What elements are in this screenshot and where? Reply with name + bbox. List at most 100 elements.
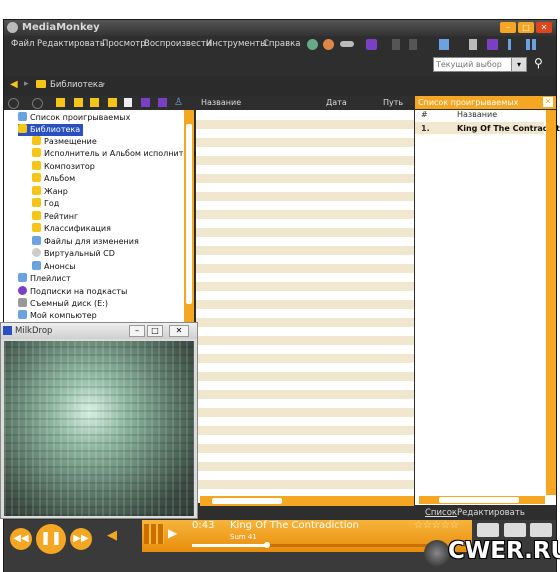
column-title[interactable]: Название	[201, 98, 241, 107]
tree-item-artist-album[interactable]: Исполнитель и Альбом исполнителя	[32, 148, 198, 160]
tree-item-composer[interactable]: Композитор	[32, 161, 95, 173]
tree-item-playlists[interactable]: Плейлист	[18, 273, 71, 285]
menu-edit[interactable]: Редактировать	[37, 39, 105, 49]
playlist-toggle-icon[interactable]	[144, 524, 164, 544]
progress-track[interactable]	[192, 542, 442, 548]
close-panel-icon[interactable]: ✕	[543, 97, 553, 107]
search-input[interactable]	[433, 57, 513, 72]
tree-item-virtual-cd[interactable]: Виртуальный CD	[32, 248, 115, 260]
column-path[interactable]: Путь	[383, 98, 403, 107]
milkdrop-maximize-button[interactable]: □	[147, 325, 163, 337]
milkdrop-close-button[interactable]: ✕	[169, 325, 189, 337]
next-button[interactable]: ▶▶	[70, 528, 92, 550]
properties-icon[interactable]	[469, 39, 477, 50]
now-playing-scrollbar[interactable]	[546, 110, 556, 495]
title-bar[interactable]: MediaMonkey – □ ✕	[4, 20, 556, 36]
tree-item-files-to-edit[interactable]: Файлы для изменения	[32, 236, 139, 248]
maximize-button[interactable]: □	[518, 22, 534, 33]
announce-icon	[32, 261, 41, 270]
filter-icon[interactable]	[158, 98, 167, 107]
tree-item-genre[interactable]: Жанр	[32, 186, 68, 198]
app-logo-icon	[7, 22, 18, 33]
rating-stars[interactable]: ☆☆☆☆☆	[414, 520, 459, 531]
rip-icon[interactable]	[392, 39, 400, 50]
progress-knob[interactable]	[264, 542, 270, 548]
search-scope-dropdown[interactable]: ▾	[511, 57, 527, 72]
tree-item-rating[interactable]: Рейтинг	[32, 211, 78, 223]
column-icon[interactable]	[508, 39, 511, 50]
menu-view[interactable]: Просмотр	[102, 39, 146, 49]
tab-list[interactable]: Список	[425, 508, 457, 518]
equalizer-icon[interactable]	[409, 39, 417, 50]
previous-button[interactable]: ◀◀	[10, 528, 32, 550]
genre-icon	[32, 186, 41, 195]
now-playing-list[interactable]: # Название 1. King Of The Contradicti...	[415, 110, 560, 505]
list-row	[196, 372, 414, 381]
copy-icon[interactable]	[90, 98, 99, 107]
tree-item-my-computer[interactable]: Мой компьютер	[18, 310, 97, 322]
tree-item-removable-drive[interactable]: Съемный диск (E:)	[18, 298, 108, 310]
now-playing-hscrollbar[interactable]	[419, 496, 545, 504]
tree-item-podcasts[interactable]: Подписки на подкасты	[18, 286, 127, 298]
milkdrop-minimize-button[interactable]: –	[129, 325, 145, 337]
breadcrumb[interactable]: Библиотека	[50, 80, 103, 90]
watermark-logo-icon	[424, 540, 450, 566]
doc-icon[interactable]	[124, 98, 132, 107]
podcast-icon	[18, 286, 27, 295]
menu-help[interactable]: Справка	[263, 39, 300, 49]
tracklist-hscroll-thumb[interactable]	[212, 498, 282, 504]
rating-icon	[32, 211, 41, 220]
close-button[interactable]: ✕	[536, 22, 552, 33]
list-row	[196, 426, 414, 435]
volume-icon[interactable]: ◀	[107, 528, 117, 543]
list-row	[196, 282, 414, 291]
tree-item-year[interactable]: Год	[32, 198, 59, 210]
back-button[interactable]	[8, 98, 19, 109]
person-icon[interactable]: ♙	[174, 97, 183, 108]
new-folder-icon[interactable]	[74, 98, 83, 107]
pause-button[interactable]: ❚❚	[36, 524, 66, 554]
column-name[interactable]: Название	[457, 110, 497, 119]
milkdrop-titlebar[interactable]: MilkDrop – □ ✕	[1, 323, 197, 339]
tree-item-announcements[interactable]: Анонсы	[32, 261, 76, 273]
menu-play[interactable]: Воспроизвести	[144, 39, 211, 49]
milkdrop-title: MilkDrop	[15, 326, 53, 336]
tracklist-header: Название Дата Путь	[196, 96, 414, 110]
list-item[interactable]: 1. King Of The Contradicti...	[415, 122, 560, 134]
list-view-button[interactable]	[477, 523, 499, 537]
plugin-icon[interactable]	[141, 98, 150, 107]
visualization-icon[interactable]	[366, 39, 377, 50]
tracklist[interactable]	[196, 110, 414, 503]
paste-icon[interactable]	[108, 98, 117, 107]
repeat-button[interactable]	[530, 523, 552, 537]
tag-icon[interactable]	[439, 39, 449, 50]
menu-tools[interactable]: Инструменты	[206, 39, 267, 49]
tab-edit[interactable]: Редактировать	[457, 508, 525, 518]
lock-icon[interactable]	[487, 39, 498, 50]
column-date[interactable]: Дата	[326, 98, 347, 107]
add-icon[interactable]	[307, 39, 318, 50]
tree-item-classification[interactable]: Классификация	[32, 223, 111, 235]
shuffle-button[interactable]	[504, 523, 526, 537]
tree-scroll-thumb[interactable]	[186, 124, 192, 304]
column-number[interactable]: #	[421, 110, 428, 119]
back-arrow-icon[interactable]: ▸	[24, 79, 29, 89]
now-playing-hscroll-thumb[interactable]	[439, 497, 519, 503]
search-icon[interactable]: ⚲	[534, 56, 543, 70]
forward-button[interactable]	[32, 98, 43, 109]
list-row	[196, 462, 414, 471]
burn-icon[interactable]	[323, 39, 334, 50]
tree-item-now-playing[interactable]: Список проигрываемых	[18, 112, 130, 124]
tracklist-hscrollbar[interactable]	[200, 496, 414, 506]
folder-tool-icon[interactable]	[56, 98, 65, 107]
tree-item-album[interactable]: Альбом	[32, 173, 75, 185]
sync-icon[interactable]	[340, 41, 354, 47]
tree-scrollbar[interactable]	[184, 110, 194, 322]
grid-view-icon[interactable]	[526, 39, 537, 50]
menu-file[interactable]: Файл	[11, 39, 34, 49]
breadcrumb-dropdown-icon[interactable]: ▾	[101, 80, 105, 89]
minimize-button[interactable]: –	[500, 22, 516, 33]
drive-icon	[18, 298, 27, 307]
tree-item-location[interactable]: Размещение	[32, 136, 97, 148]
tree-item-library[interactable]: Библиотека	[18, 124, 84, 137]
